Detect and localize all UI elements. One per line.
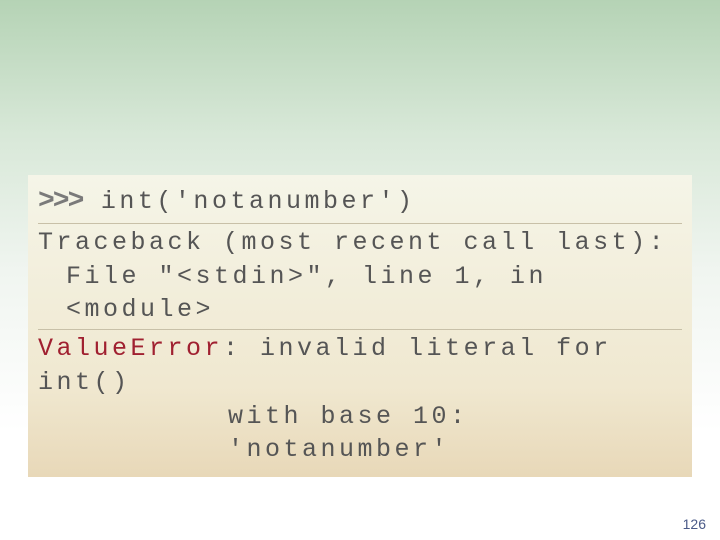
error-line-1: ValueError: invalid literal for int() xyxy=(38,332,682,400)
prompt-icon: >>> xyxy=(38,183,82,221)
traceback-line-2: File "<stdin>", line 1, in <module> xyxy=(38,260,682,331)
code-block: >>> int('notanumber') Traceback (most re… xyxy=(28,175,692,477)
error-line-2: with base 10: 'notanumber' xyxy=(38,400,682,468)
traceback-file: File "<stdin>", line 1, in <module> xyxy=(38,260,682,328)
code-input: int('notanumber') xyxy=(82,187,415,216)
traceback-line-1: Traceback (most recent call last): xyxy=(38,226,682,260)
error-name: ValueError xyxy=(38,334,223,363)
code-input-line: >>> int('notanumber') xyxy=(38,183,682,224)
page-number: 126 xyxy=(683,516,706,532)
